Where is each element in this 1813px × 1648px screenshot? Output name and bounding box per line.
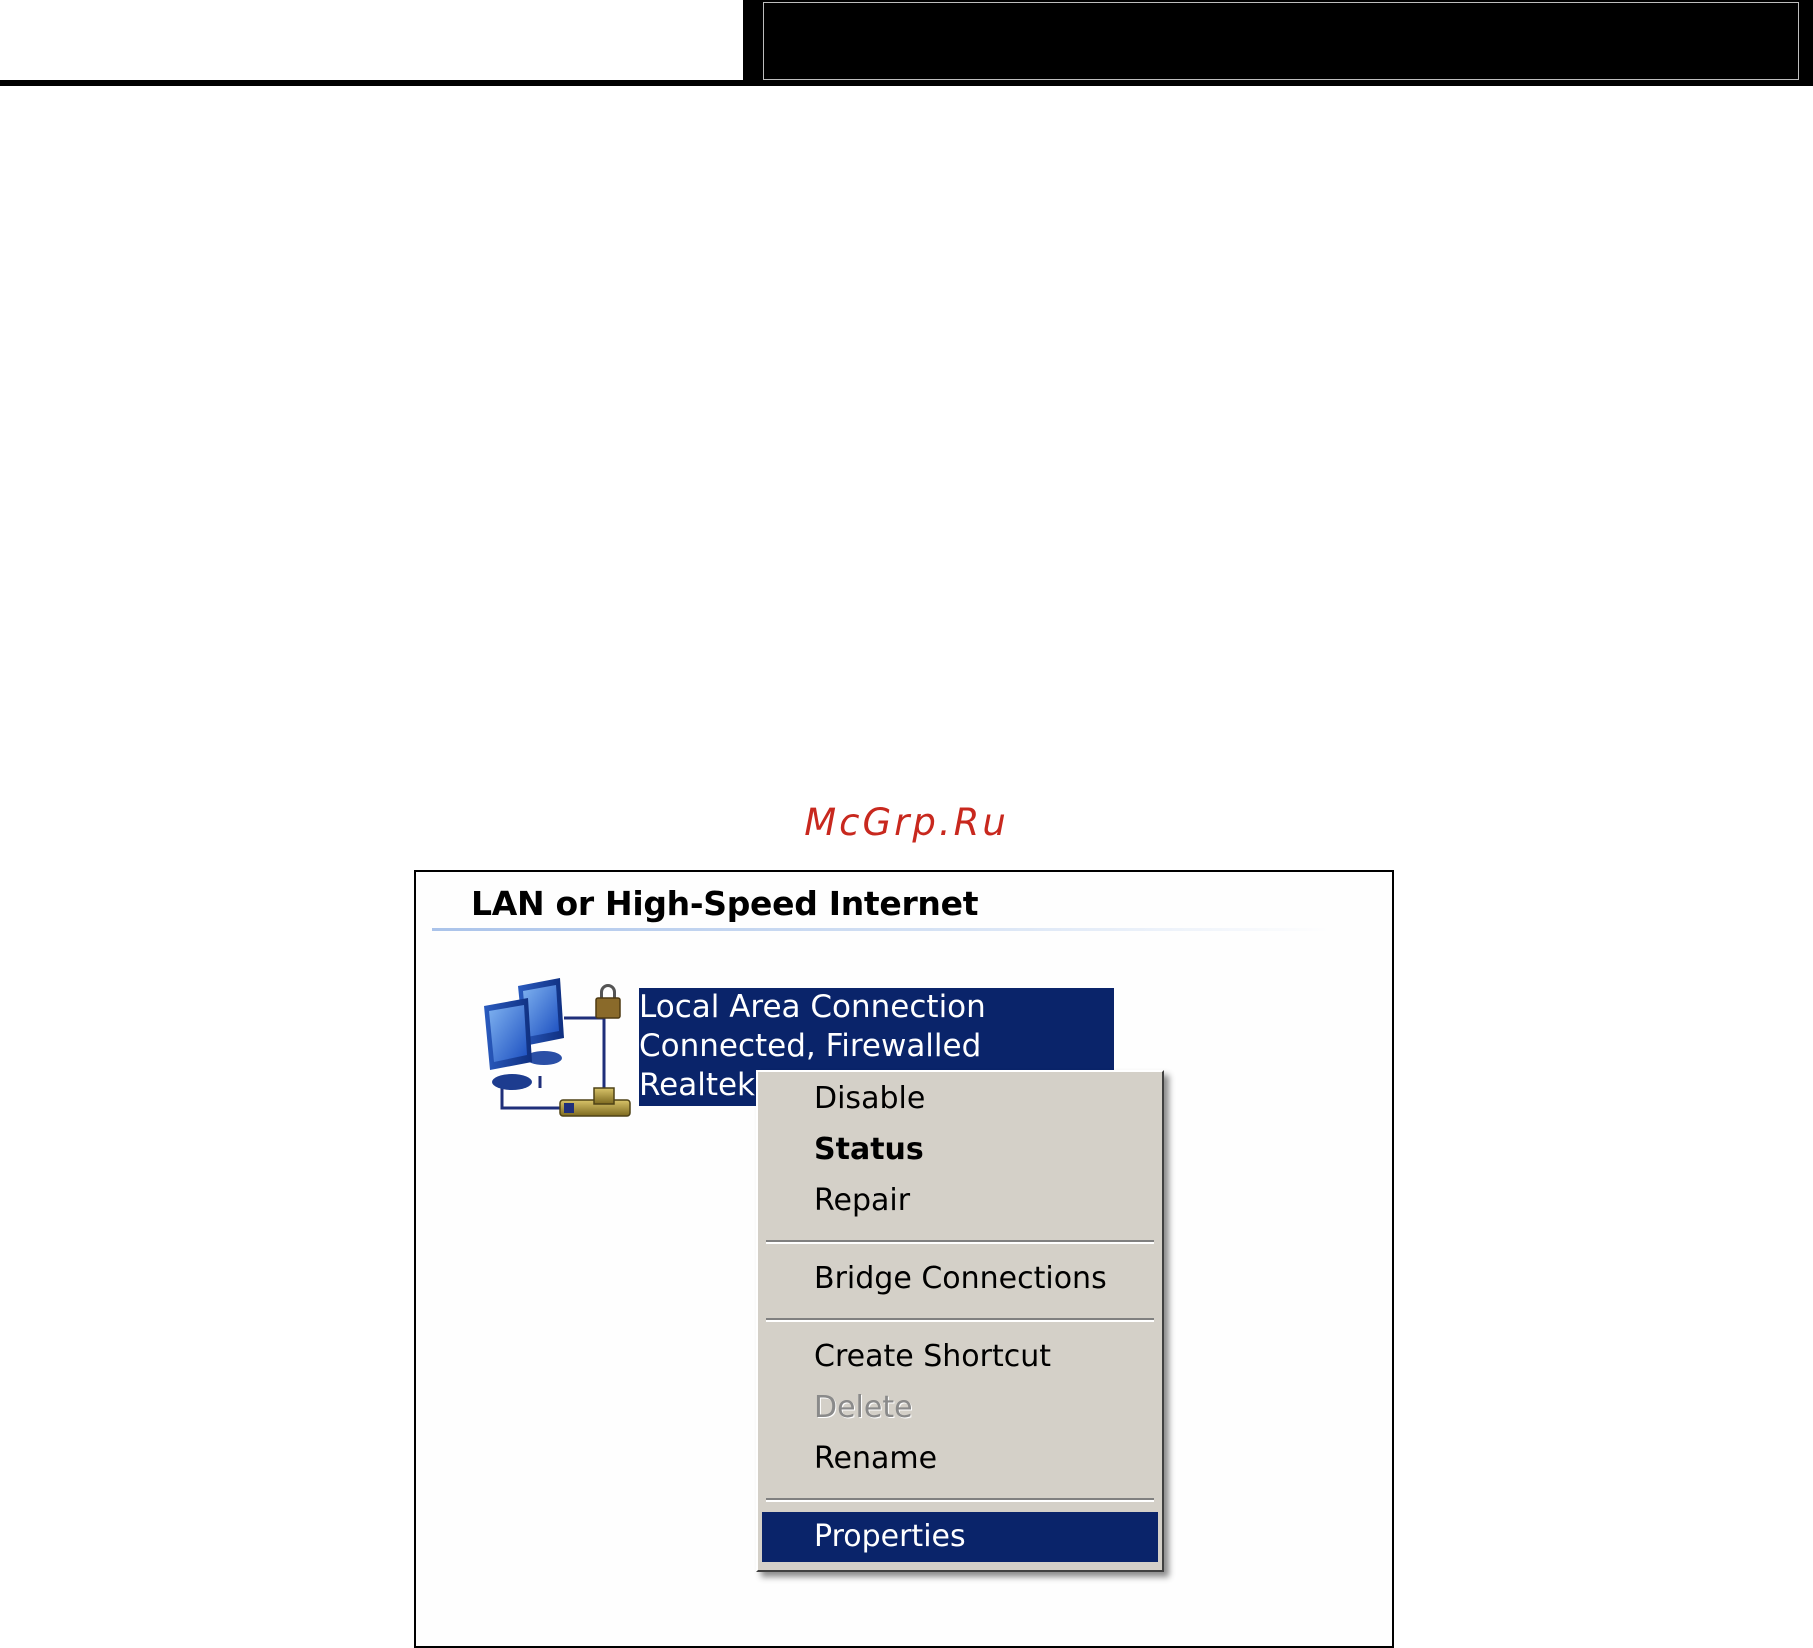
menu-separator — [766, 1318, 1154, 1322]
menu-item-status[interactable]: Status — [762, 1125, 1158, 1175]
header-box-inner-border — [763, 2, 1799, 80]
network-connections-screenshot: LAN or High-Speed Internet Local Area Co… — [414, 870, 1394, 1648]
menu-separator — [766, 1240, 1154, 1244]
connection-status: Connected, Firewalled — [639, 1028, 982, 1064]
menu-item-delete: Delete — [814, 1390, 913, 1425]
header-black-box — [743, 0, 1813, 84]
menu-item-disable[interactable]: Disable — [762, 1074, 1158, 1124]
section-title: LAN or High-Speed Internet — [471, 884, 979, 923]
menu-separator — [766, 1498, 1154, 1502]
menu-item-rename[interactable]: Rename — [762, 1434, 1158, 1484]
watermark: McGrp.Ru — [804, 801, 1009, 844]
network-connection-icon[interactable] — [478, 976, 638, 1126]
menu-item-repair[interactable]: Repair — [762, 1176, 1158, 1226]
connection-name: Local Area Connection — [639, 989, 986, 1025]
menu-item-bridge-connections[interactable]: Bridge Connections — [762, 1254, 1158, 1304]
section-divider — [432, 928, 1332, 931]
context-menu: Disable Status Repair Bridge Connections… — [756, 1070, 1164, 1572]
menu-item-properties[interactable]: Properties — [762, 1512, 1158, 1562]
menu-item-create-shortcut[interactable]: Create Shortcut — [762, 1332, 1158, 1382]
